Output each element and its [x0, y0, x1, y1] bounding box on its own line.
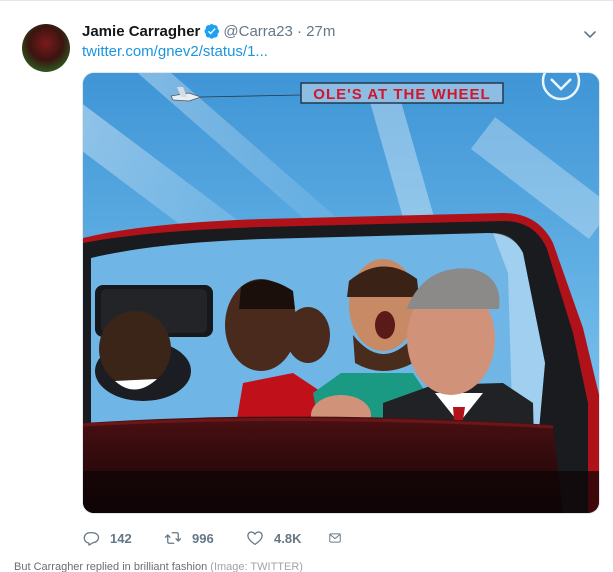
tweet-media-image[interactable]: OLE'S AT THE WHEEL	[82, 72, 600, 514]
timestamp[interactable]: 27m	[306, 23, 335, 40]
like-button[interactable]: 4.8K	[246, 526, 328, 550]
media-illustration: OLE'S AT THE WHEEL	[83, 73, 599, 513]
author-handle[interactable]: @Carra23	[223, 23, 292, 40]
reply-count: 142	[110, 530, 132, 546]
article-caption: But Carragher replied in brilliant fashi…	[14, 561, 303, 572]
verified-badge-icon	[204, 24, 220, 39]
heart-icon	[247, 531, 263, 546]
retweet-button[interactable]: 996	[164, 526, 246, 550]
tweet-link[interactable]: twitter.com/gnev2/status/1...	[82, 42, 268, 62]
separator-dot: ·	[297, 23, 302, 40]
reply-icon	[83, 532, 100, 546]
caption-text: But Carragher replied in brilliant fashi…	[14, 561, 208, 572]
retweet-count: 996	[192, 530, 214, 546]
tweet-header: Jamie Carragher @Carra23 · 27m	[82, 22, 335, 42]
author-name[interactable]: Jamie Carragher	[82, 23, 200, 40]
chevron-down-icon[interactable]	[582, 26, 598, 42]
reply-button[interactable]: 142	[82, 526, 164, 550]
like-count: 4.8K	[274, 530, 302, 546]
top-divider	[0, 0, 613, 1]
direct-message-button[interactable]	[328, 526, 352, 550]
avatar[interactable]	[22, 24, 70, 72]
image-credit: (Image: TWITTER)	[210, 561, 303, 572]
tweet-actions: 142 996 4.8K	[82, 526, 352, 550]
banner-text: OLE'S AT THE WHEEL	[313, 86, 490, 103]
retweet-icon	[164, 532, 182, 544]
envelope-icon	[329, 533, 341, 543]
